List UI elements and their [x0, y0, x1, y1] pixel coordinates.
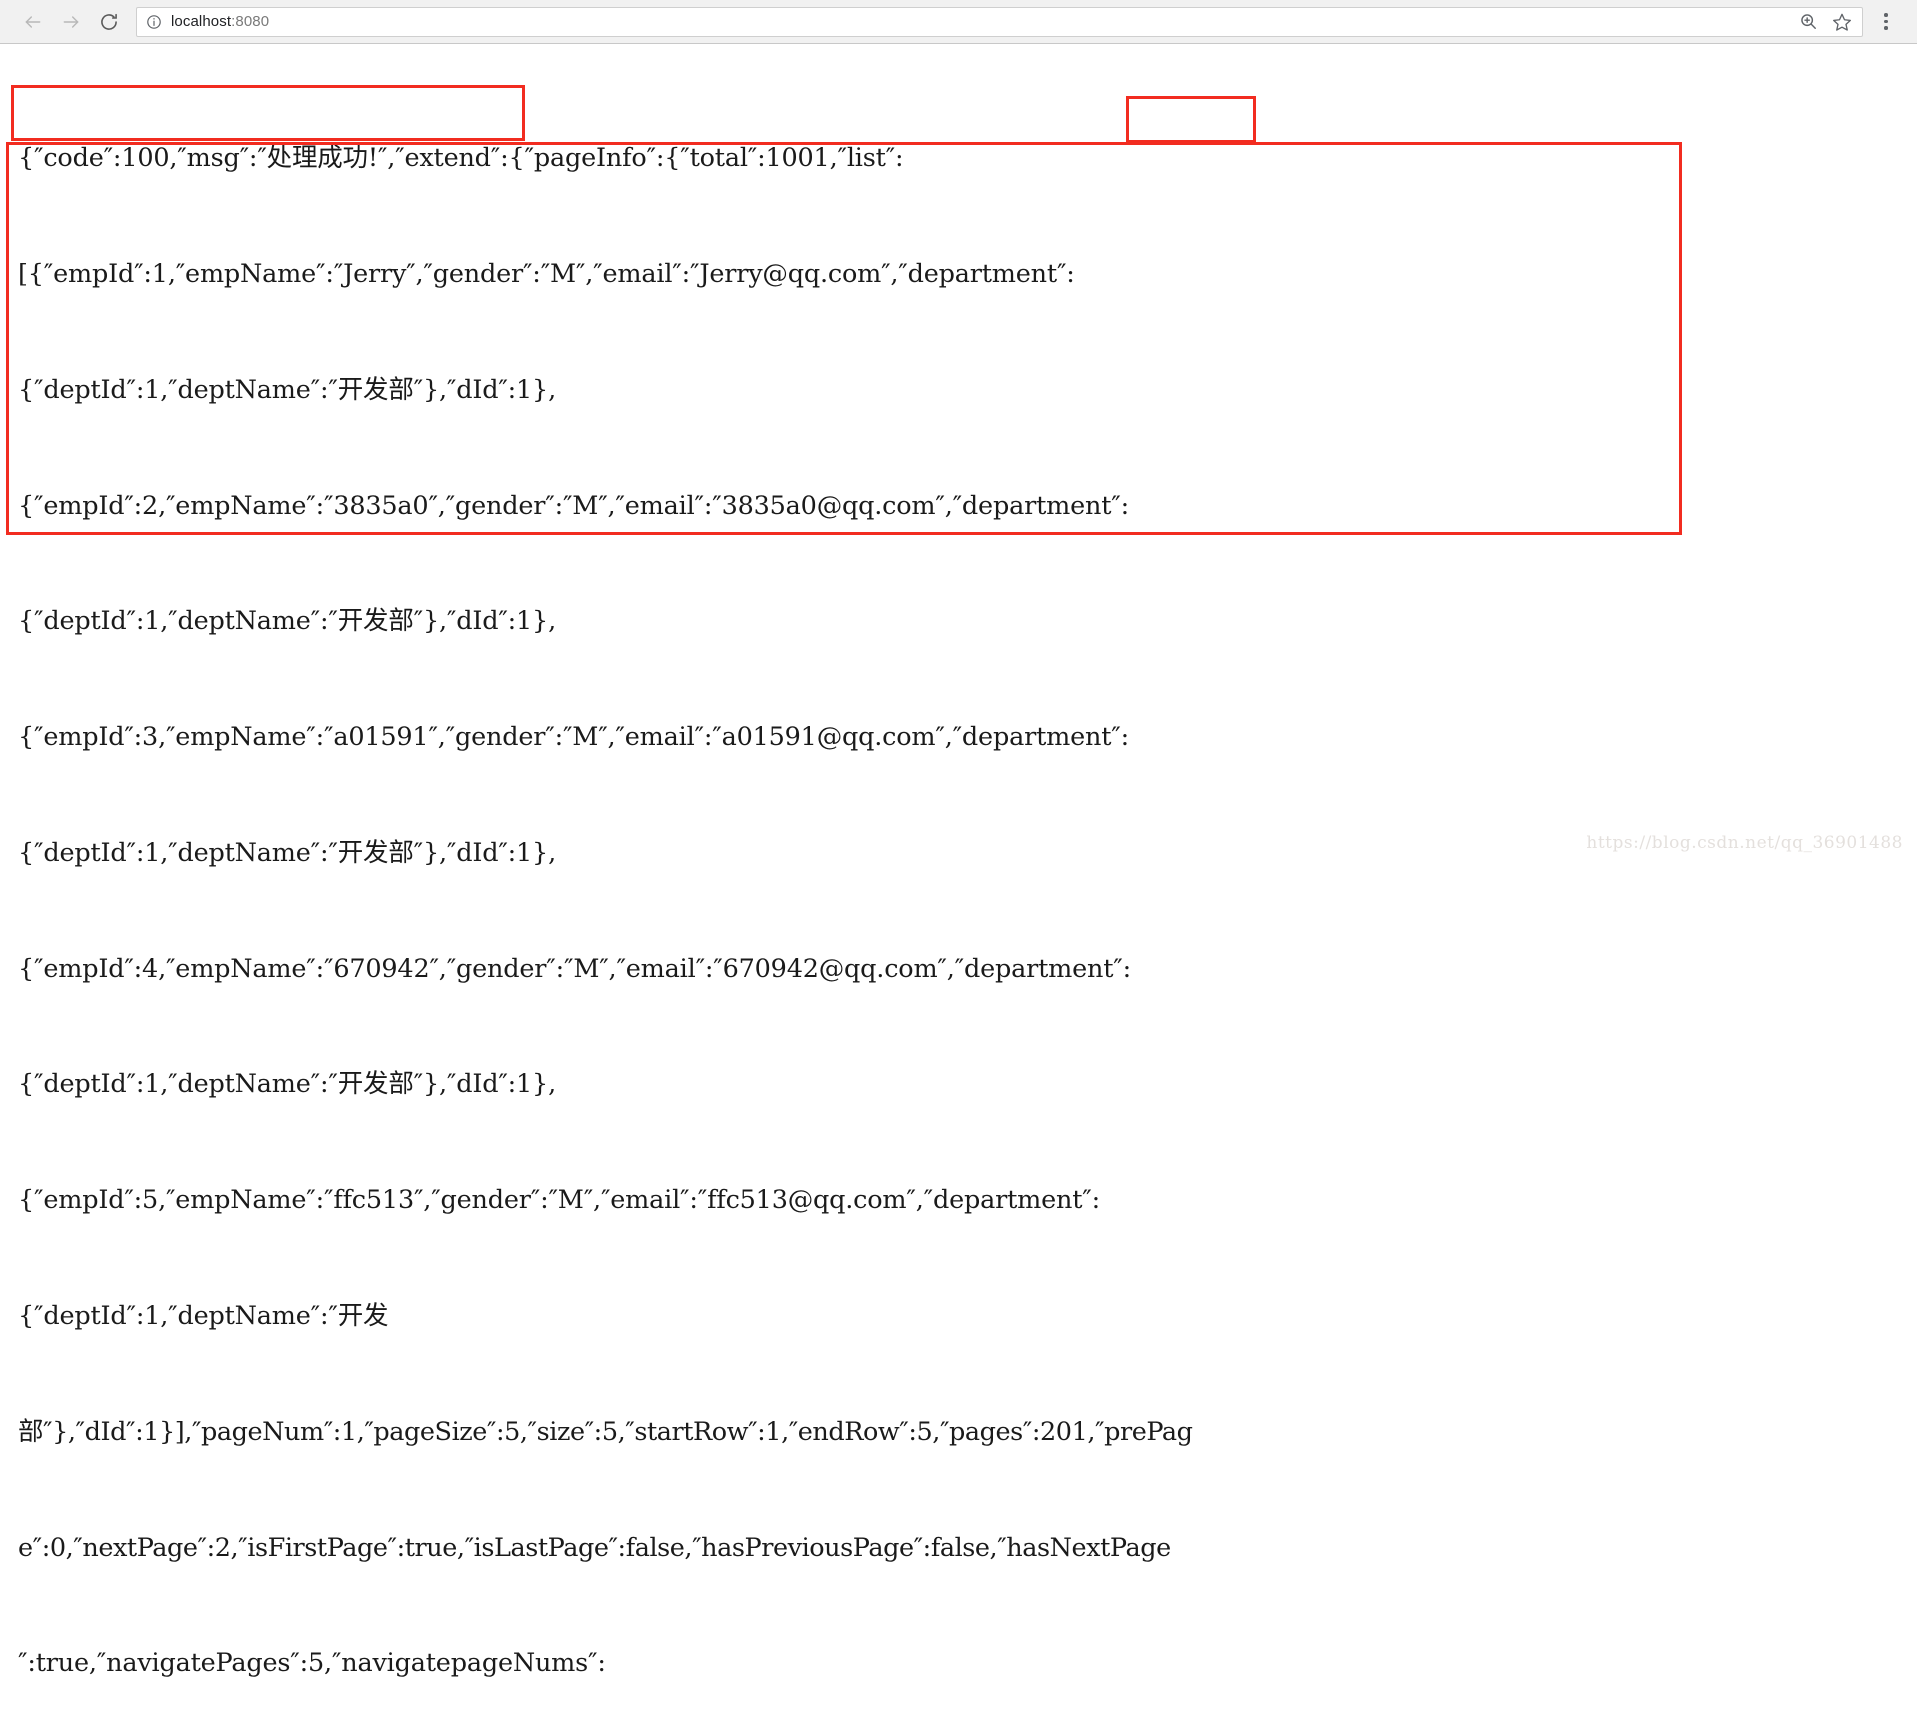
json-line: {″deptId″:1,″deptName″:″开发	[18, 1301, 389, 1331]
watermark: https://blog.csdn.net/qq_36901488	[1586, 833, 1903, 853]
json-line: 部″},″dId″:1}],″pageNum″:1,″pageSize″:5,″…	[18, 1416, 1193, 1447]
zoom-in-icon[interactable]	[1798, 12, 1818, 32]
three-dot-menu-icon	[1884, 13, 1888, 17]
site-info-icon[interactable]	[145, 13, 162, 30]
reload-icon	[101, 13, 117, 30]
omnibox-actions	[1798, 12, 1854, 32]
json-line: {″deptId″:1,″deptName″:″开发部″},″dId″:1},	[18, 1069, 556, 1100]
json-line: {″empId″:3,″empName″:″a01591″,″gender″:″…	[18, 722, 1129, 753]
json-line: {″deptId″:1,″deptName″:″开发部″},″dId″:1},	[18, 374, 556, 405]
forward-button[interactable]	[52, 3, 90, 41]
address-bar[interactable]: localhost:8080	[136, 6, 1863, 37]
json-line: ″:true,″navigatePages″:5,″navigatepageNu…	[18, 1648, 606, 1679]
json-line: {″deptId″:1,″deptName″:″开发部″},″dId″:1},	[18, 606, 556, 637]
back-arrow-icon	[25, 15, 41, 28]
json-line: {″empId″:2,″empName″:″3835a0″,″gender″:″…	[18, 490, 1129, 521]
browser-toolbar: localhost:8080	[0, 0, 1917, 44]
url-host: localhost	[171, 13, 232, 30]
url-port: :8080	[231, 13, 270, 30]
star-icon[interactable]	[1832, 12, 1852, 32]
reload-button[interactable]	[90, 3, 128, 41]
json-line: {″code″:100,″msg″:″处理成功!″,″extend″:{″pag…	[18, 143, 904, 174]
url-text: localhost:8080	[171, 13, 269, 30]
three-dot-menu-icon	[1884, 19, 1888, 24]
browser-menu-button[interactable]	[1869, 3, 1903, 41]
json-response-text: {″code″:100,″msg″:″处理成功!″,″extend″:{″pag…	[0, 50, 1917, 1734]
json-line: {″empId″:5,″empName″:″ffc513″,″gender″:″…	[18, 1185, 1100, 1216]
json-line: {″empId″:4,″empName″:″670942″,″gender″:″…	[18, 953, 1132, 984]
forward-arrow-icon	[63, 15, 79, 28]
page-content: {″code″:100,″msg″:″处理成功!″,″extend″:{″pag…	[0, 44, 1917, 1678]
back-button[interactable]	[14, 3, 52, 41]
three-dot-menu-icon	[1884, 26, 1888, 30]
json-line: e″:0,″nextPage″:2,″isFirstPage″:true,″is…	[18, 1532, 1171, 1563]
json-line: [{″empId″:1,″empName″:″Jerry″,″gender″:″…	[18, 258, 1075, 289]
